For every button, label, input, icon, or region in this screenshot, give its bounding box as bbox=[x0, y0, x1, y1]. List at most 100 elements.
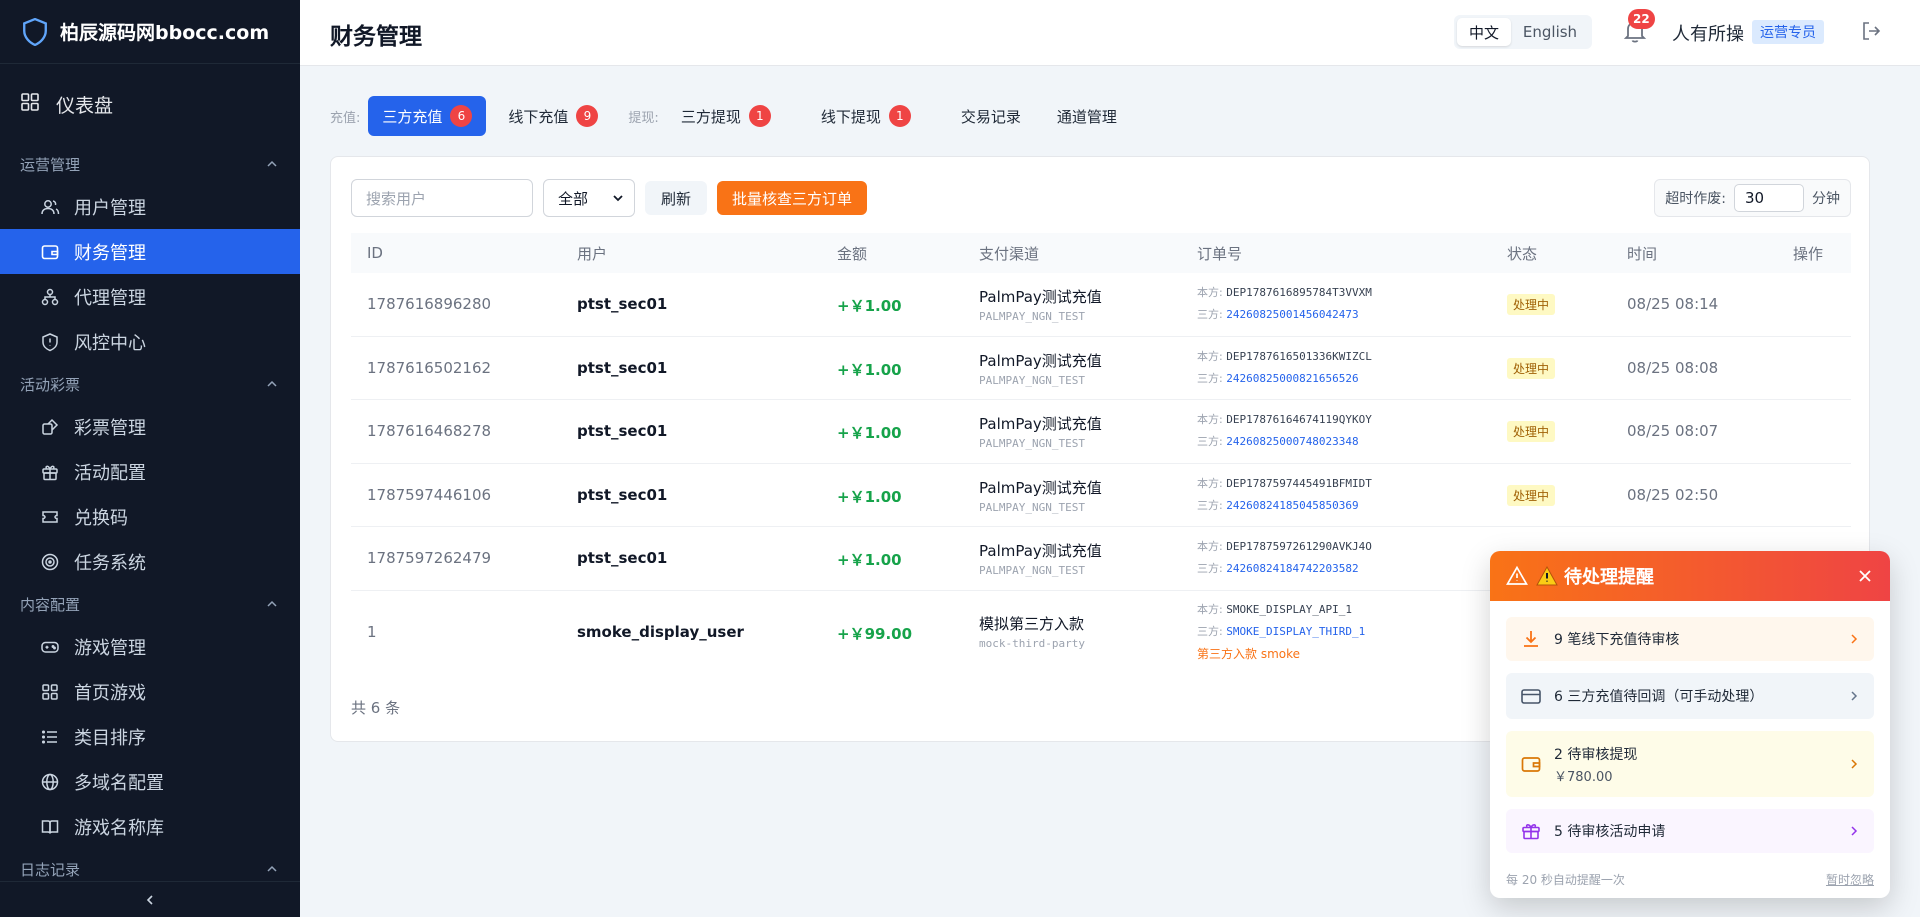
sidebar-item-category-sort[interactable]: 类目排序 bbox=[0, 714, 300, 759]
sidebar-item-risk[interactable]: 风控中心 bbox=[0, 319, 300, 364]
cell-user[interactable]: smoke_display_user bbox=[577, 623, 744, 641]
channel-name: PalmPay测试充值 bbox=[979, 479, 1102, 497]
lang-english-button[interactable]: English bbox=[1511, 18, 1589, 46]
cell-id: 1787616468278 bbox=[367, 422, 492, 440]
warning-outline-icon bbox=[1506, 565, 1528, 585]
reminder-activity-review[interactable]: 5 待审核活动申请 bbox=[1506, 809, 1874, 853]
shield-alert-icon bbox=[40, 332, 60, 352]
timeout-input[interactable]: 30 bbox=[1734, 184, 1804, 212]
own-order-no: DEP17876164674119QYKOY bbox=[1226, 413, 1372, 426]
sidebar-item-label: 彩票管理 bbox=[74, 417, 146, 439]
group-content[interactable]: 内容配置 bbox=[0, 584, 300, 624]
chevron-up-icon bbox=[267, 380, 277, 387]
channel-code: mock-third-party bbox=[979, 637, 1085, 650]
group-operations[interactable]: 运营管理 bbox=[0, 144, 300, 184]
third-order-no[interactable]: 24260825000748023348 bbox=[1226, 435, 1358, 448]
brand[interactable]: 柏辰源码网bbocc.com bbox=[0, 0, 300, 64]
gift-icon bbox=[40, 462, 60, 482]
tab-label: 线下提现 bbox=[820, 107, 881, 126]
gamepad-icon bbox=[40, 637, 60, 657]
popup-footer: 每 20 秒自动提醒一次 暂时忽略 bbox=[1506, 871, 1874, 888]
book-icon bbox=[40, 817, 60, 837]
third-label: 三方: bbox=[1197, 435, 1223, 448]
hierarchy-icon bbox=[40, 287, 60, 307]
cell-id: 1 bbox=[367, 623, 377, 641]
sidebar-item-activity-config[interactable]: 活动配置 bbox=[0, 449, 300, 494]
close-icon[interactable] bbox=[1854, 565, 1876, 587]
third-order-no[interactable]: SMOKE_DISPLAY_THIRD_1 bbox=[1226, 625, 1365, 638]
header-actions: 操作 bbox=[1793, 244, 1824, 263]
group-activities[interactable]: 活动彩票 bbox=[0, 364, 300, 404]
cell-channel: PalmPay测试充值 PALMPAY_NGN_TEST bbox=[979, 350, 1102, 387]
sidebar-item-games[interactable]: 游戏管理 bbox=[0, 624, 300, 669]
cell-id: 1787616896280 bbox=[367, 295, 492, 313]
header-user: 用户 bbox=[577, 244, 608, 263]
table-row[interactable]: 1787616896280 ptst_sec01 +￥1.00 PalmPay测… bbox=[351, 273, 1851, 337]
cell-user[interactable]: ptst_sec01 bbox=[577, 422, 667, 440]
ignore-link[interactable]: 暂时忽略 bbox=[1826, 871, 1874, 888]
sidebar-item-domains[interactable]: 多域名配置 bbox=[0, 759, 300, 804]
reminder-offline-recharge[interactable]: 9 笔线下充值待审核 bbox=[1506, 617, 1874, 661]
tab-label: 通道管理 bbox=[1056, 107, 1117, 126]
own-label: 本方: bbox=[1197, 413, 1223, 426]
cell-amount: +￥1.00 bbox=[837, 297, 902, 315]
sidebar-item-tasks[interactable]: 任务系统 bbox=[0, 539, 300, 584]
timeout-label: 超时作废: bbox=[1665, 191, 1726, 207]
group-title: 日志记录 bbox=[20, 860, 81, 879]
cell-user[interactable]: ptst_sec01 bbox=[577, 486, 667, 504]
third-order-no[interactable]: 24260825001456042473 bbox=[1226, 308, 1358, 321]
tab-label: 三方提现 bbox=[680, 107, 741, 126]
sidebar-collapse-button[interactable] bbox=[0, 881, 300, 917]
own-order-no: SMOKE_DISPLAY_API_1 bbox=[1226, 603, 1353, 616]
table-row[interactable]: 1787616502162 ptst_sec01 +￥1.00 PalmPay测… bbox=[351, 337, 1851, 400]
tab-third-party-recharge[interactable]: 三方充值 6 bbox=[368, 96, 487, 136]
cell-channel: PalmPay测试充值 PALMPAY_NGN_TEST bbox=[979, 413, 1102, 450]
timeout-setting: 超时作废: 30 分钟 bbox=[1654, 179, 1851, 217]
cell-user[interactable]: ptst_sec01 bbox=[577, 359, 667, 377]
third-order-no[interactable]: 24260825000821656526 bbox=[1226, 372, 1358, 385]
sidebar-item-label: 多域名配置 bbox=[74, 772, 164, 794]
sidebar-item-label: 游戏名称库 bbox=[74, 817, 164, 839]
tab-channels[interactable]: 通道管理 bbox=[1043, 96, 1131, 136]
lang-chinese-button[interactable]: 中文 bbox=[1457, 18, 1511, 46]
search-input[interactable]: 搜索用户 bbox=[351, 179, 533, 217]
tab-badge: 1 bbox=[888, 105, 911, 127]
sidebar: 柏辰源码网bbocc.com 仪表盘 运营管理 用户管理 财务管理 代理管理 风… bbox=[0, 0, 300, 917]
reminder-third-party-callback[interactable]: 6 三方充值待回调（可手动处理） bbox=[1506, 673, 1874, 719]
tab-transactions[interactable]: 交易记录 bbox=[947, 96, 1035, 136]
refresh-button[interactable]: 刷新 bbox=[645, 181, 708, 215]
third-order-no[interactable]: 24260824184742203582 bbox=[1226, 562, 1358, 575]
sidebar-item-agents[interactable]: 代理管理 bbox=[0, 274, 300, 319]
status-filter-select[interactable]: 全部 bbox=[543, 179, 635, 217]
sidebar-item-home-games[interactable]: 首页游戏 bbox=[0, 669, 300, 714]
header-id: ID bbox=[367, 244, 383, 262]
reminder-withdraw-review[interactable]: 2 待审核提现 ￥780.00 bbox=[1506, 731, 1874, 797]
channel-code: PALMPAY_NGN_TEST bbox=[979, 501, 1085, 514]
table-row[interactable]: 1787616468278 ptst_sec01 +￥1.00 PalmPay测… bbox=[351, 400, 1851, 464]
globe-icon bbox=[40, 772, 60, 792]
tab-third-party-withdraw[interactable]: 三方提现 1 bbox=[667, 96, 785, 136]
third-order-no[interactable]: 24260824185045850369 bbox=[1226, 499, 1358, 512]
sidebar-item-label: 首页游戏 bbox=[74, 682, 146, 704]
tab-badge: 1 bbox=[748, 105, 771, 127]
logout-icon[interactable] bbox=[1860, 20, 1882, 42]
sidebar-item-lottery[interactable]: 彩票管理 bbox=[0, 404, 300, 449]
sidebar-item-dashboard[interactable]: 仪表盘 bbox=[0, 64, 300, 144]
sidebar-item-users[interactable]: 用户管理 bbox=[0, 184, 300, 229]
tab-offline-recharge[interactable]: 线下充值 9 bbox=[494, 96, 612, 136]
user-name[interactable]: 人有所操 bbox=[1672, 20, 1744, 46]
table-row[interactable]: 1787597446106 ptst_sec01 +￥1.00 PalmPay测… bbox=[351, 464, 1851, 527]
batch-verify-button[interactable]: 批量核查三方订单 bbox=[717, 181, 868, 215]
tab-offline-withdraw[interactable]: 线下提现 1 bbox=[807, 96, 925, 136]
channel-name: PalmPay测试充值 bbox=[979, 415, 1102, 433]
recharge-category-label: 充值: bbox=[330, 110, 361, 126]
chevron-right-icon bbox=[1851, 691, 1858, 701]
cell-user[interactable]: ptst_sec01 bbox=[577, 549, 667, 567]
sidebar-item-finance[interactable]: 财务管理 bbox=[0, 229, 300, 274]
sidebar-item-redeem-code[interactable]: 兑换码 bbox=[0, 494, 300, 539]
total-count: 共 6 条 bbox=[351, 699, 401, 717]
third-label: 三方: bbox=[1197, 499, 1223, 512]
cell-user[interactable]: ptst_sec01 bbox=[577, 295, 667, 313]
own-label: 本方: bbox=[1197, 540, 1223, 553]
sidebar-item-game-names[interactable]: 游戏名称库 bbox=[0, 804, 300, 849]
